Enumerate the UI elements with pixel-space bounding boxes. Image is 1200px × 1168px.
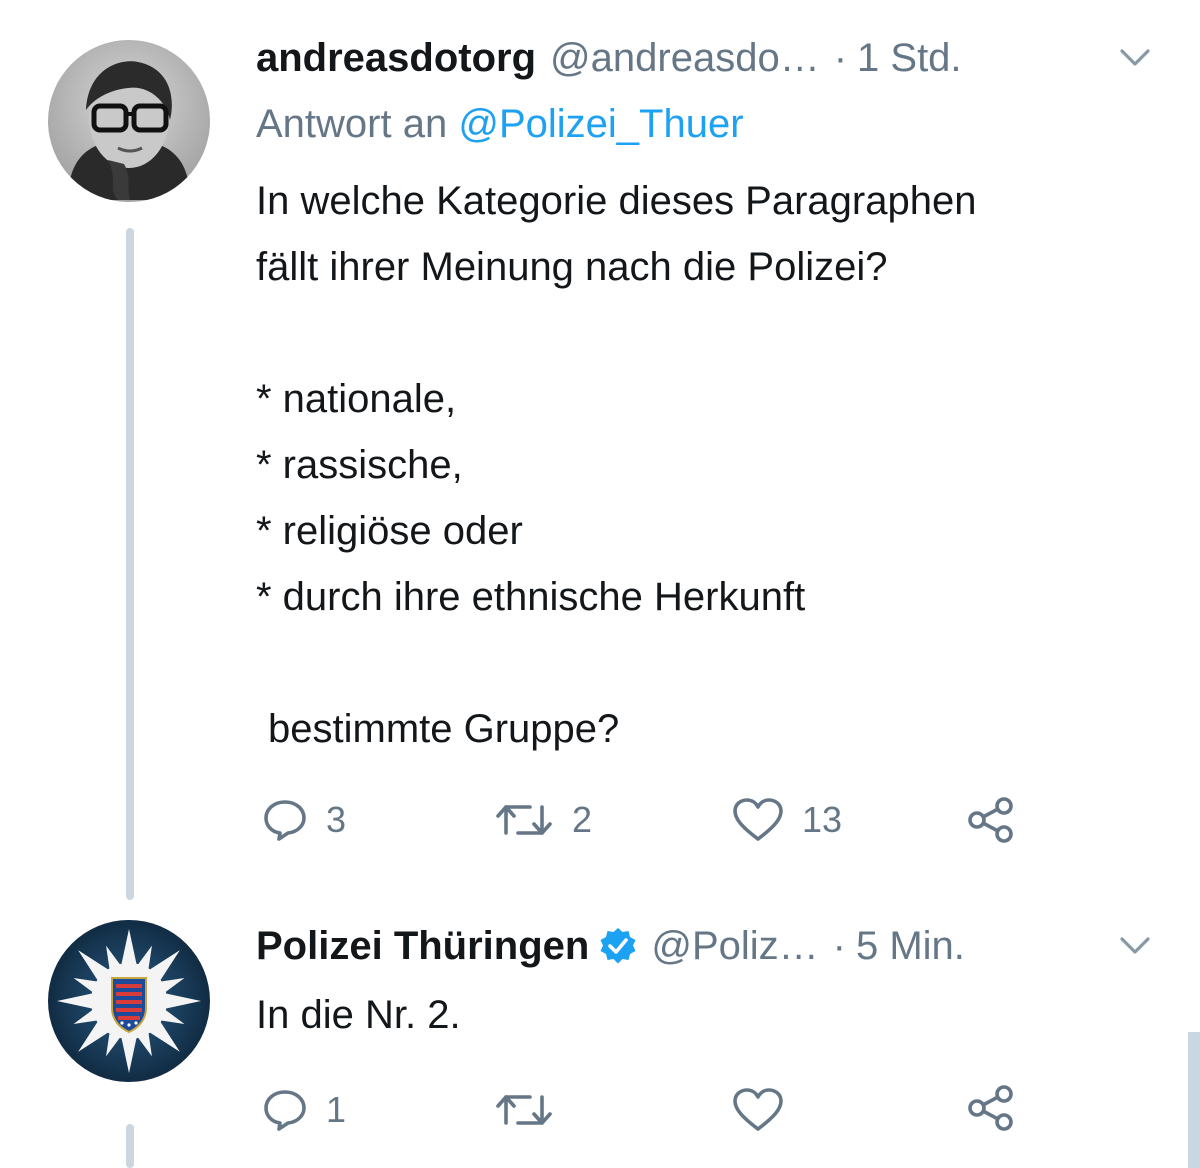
reply-icon [264,800,306,841]
display-name[interactable]: andreasdotorg [256,34,536,82]
timestamp[interactable]: 5 Min. [856,922,965,970]
separator-dot: · [833,36,848,80]
tweet-text-line: In die Nr. 2. [256,993,461,1037]
share-icon [968,797,1013,843]
reply-prefix: Antwort an [256,102,448,146]
tweet-text-line: * durch ihre ethnische Herkunft [256,575,806,619]
tweet-text: In welche Kategorie dieses Paragraphen f… [256,168,1156,762]
retweet-icon [496,805,552,835]
display-name[interactable]: Polizei Thüringen [256,922,589,970]
like-button[interactable] [732,1082,802,1138]
tweet-text-line: * nationale, [256,377,457,421]
like-button[interactable]: 13 [732,792,842,848]
tweet-text-line: bestimmte Gruppe? [268,707,620,751]
reply-context: Antwort an @Polizei_Thuer [256,100,744,148]
tweet-header: Polizei Thüringen @Poliz… · 5 Min. [256,922,1160,970]
share-icon [968,1085,1013,1131]
like-count: 13 [802,799,843,840]
like-icon [733,1088,783,1131]
thread-line [126,228,134,900]
avatar-andreasdotorg[interactable] [48,40,210,202]
retweet-button[interactable] [494,1082,572,1138]
reply-count: 1 [326,1089,347,1130]
reply-button[interactable]: 1 [262,1082,346,1138]
reply-count: 3 [326,799,347,840]
tweet-text: In die Nr. 2. [256,982,1156,1048]
reply-icon [264,1090,306,1131]
timestamp[interactable]: 1 Std. [857,34,962,82]
avatar-polizei-thueringen[interactable] [48,920,210,1082]
retweet-count: 2 [572,799,593,840]
share-button[interactable] [966,1080,1016,1136]
user-handle[interactable]: @Poliz… [651,922,818,970]
like-icon [733,798,783,841]
police-star-logo-icon [48,920,210,1082]
chevron-down-icon[interactable] [1118,42,1152,72]
tweet-text-line: fällt ihrer Meinung nach die Polizei? [256,245,888,289]
retweet-icon [496,1095,552,1125]
separator-dot: · [832,924,846,968]
tweet-text-line: * rassische, [256,443,463,487]
retweet-button[interactable]: 2 [494,792,592,848]
verified-badge-icon [600,928,636,964]
thread-line [126,1124,134,1168]
timeline: andreasdotorg @andreasdo… · 1 Std. Antwo… [0,0,1200,1168]
share-button[interactable] [966,792,1016,848]
chevron-down-icon[interactable] [1118,930,1152,960]
user-handle[interactable]: @andreasdo… [550,34,820,82]
tweet-text-line: In welche Kategorie dieses Paragraphen [256,179,977,223]
reply-mention-link[interactable]: @Polizei_Thuer [458,102,743,146]
avatar-photo-icon [48,40,210,202]
tweet-header: andreasdotorg @andreasdo… · 1 Std. [256,34,1160,82]
scrollbar-thumb[interactable] [1188,1032,1200,1168]
tweet-text-line: * religiöse oder [256,509,523,553]
reply-button[interactable]: 3 [262,792,346,848]
